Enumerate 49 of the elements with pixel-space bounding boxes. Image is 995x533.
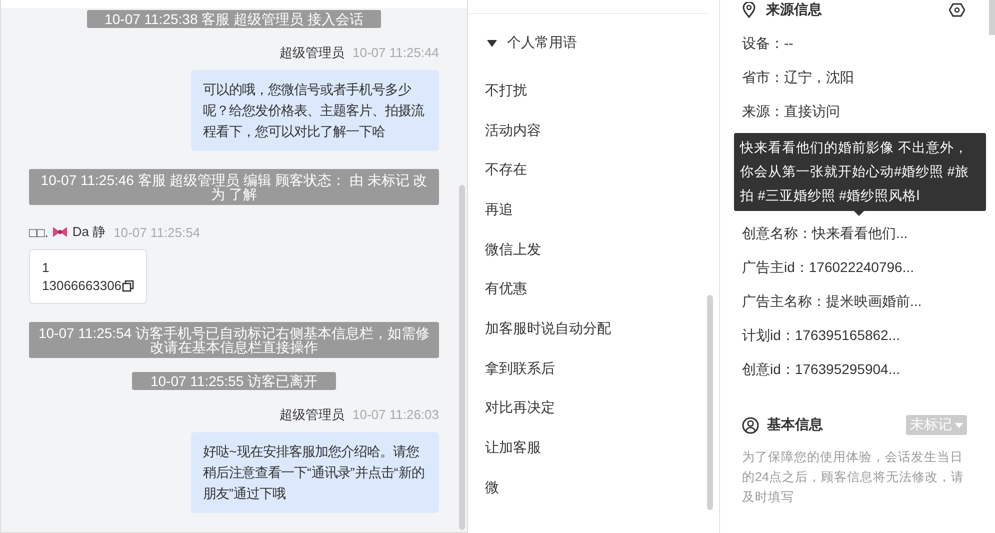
section-title: 来源信息	[766, 1, 823, 19]
message-line: 1	[42, 259, 50, 277]
quick-reply-item[interactable]: 有优惠	[485, 268, 719, 308]
copy-icon[interactable]	[122, 280, 134, 292]
sender-name: 超级管理员	[280, 407, 344, 422]
user-circle-icon	[742, 416, 759, 434]
sender-name: Da 静	[72, 223, 106, 241]
section-title: 基本信息	[767, 416, 824, 434]
quick-reply-item[interactable]: 微信上发	[485, 228, 719, 268]
quick-reply-item[interactable]: 微	[485, 466, 719, 507]
info-field: 设备：--	[742, 33, 995, 53]
system-message: 10-07 11:25:54 访客手机号已自动标记右侧基本信息栏，如需修改请在基本信息栏直接操作	[29, 322, 439, 358]
info-field: 广告主id：176022240796...	[742, 257, 995, 277]
message-bubble: 好哒~现在安排客服加您介绍哈。请您稍后注意查看一下“通讯录”并点击“新的朋友”通过下哦	[191, 432, 439, 513]
quick-reply-item[interactable]: 再追	[485, 189, 719, 229]
quick-reply-item[interactable]: 对比再决定	[485, 388, 719, 428]
message-time: 10-07 11:25:44	[352, 45, 439, 60]
scrollbar[interactable]	[707, 295, 713, 510]
info-field: 创意id：176395295904...	[742, 359, 995, 379]
message-time: 10-07 11:26:03	[352, 407, 439, 422]
quick-reply-item[interactable]: 让加客服	[485, 427, 719, 467]
system-message: 10-07 11:25:46 客服 超级管理员 编辑 顾客状态： 由 未标记 改为 了解	[29, 169, 439, 205]
notice-text: 为了保障您的使用体验，会话发生当日的24点之后，顾客信息将无法修改，请及时填写	[742, 449, 965, 506]
scrollbar[interactable]	[989, 0, 995, 35]
caret-down-icon	[955, 422, 963, 428]
group-label[interactable]: 个人常用语	[507, 34, 577, 52]
info-field: 省市：辽宁，沈阳	[742, 67, 995, 87]
message-line: 13066663306	[42, 277, 122, 295]
message-bubble: 可以的哦，您微信号或者手机号多少呢？给您发价格表、主题客片、拍摄流程看下，您可以对比了解一下哈	[191, 70, 439, 151]
caret-down-icon[interactable]	[487, 40, 497, 46]
quick-reply-item[interactable]: 加客服时说自动分配	[485, 308, 719, 348]
info-field: 创意名称：快来看看他们...	[742, 223, 995, 243]
info-field: 广告主名称：提米映画婚前...	[742, 291, 995, 311]
tooltip-arrow	[854, 211, 864, 216]
bow-icon	[52, 226, 68, 238]
system-message: 10-07 11:25:38 客服 超级管理员 接入会话	[86, 10, 382, 28]
message-time: 10-07 11:25:54	[114, 224, 200, 240]
scrollbar[interactable]	[459, 185, 465, 530]
info-field: 计划id：176395165862...	[742, 325, 995, 345]
quick-reply-item[interactable]: 不打扰	[485, 70, 719, 110]
settings-icon[interactable]	[949, 3, 965, 17]
quick-reply-item[interactable]: 拿到联系后	[485, 348, 719, 388]
system-message: 10-07 11:25:55 访客已离开	[132, 372, 336, 390]
info-field: 来源：直接访问	[742, 101, 995, 121]
quick-reply-item[interactable]: 不存在	[485, 149, 719, 190]
sender-name: 超级管理员	[280, 45, 344, 60]
sender-prefix: □□.	[29, 224, 48, 240]
quick-reply-item[interactable]: 活动内容	[485, 110, 719, 150]
location-pin-icon	[742, 2, 756, 18]
